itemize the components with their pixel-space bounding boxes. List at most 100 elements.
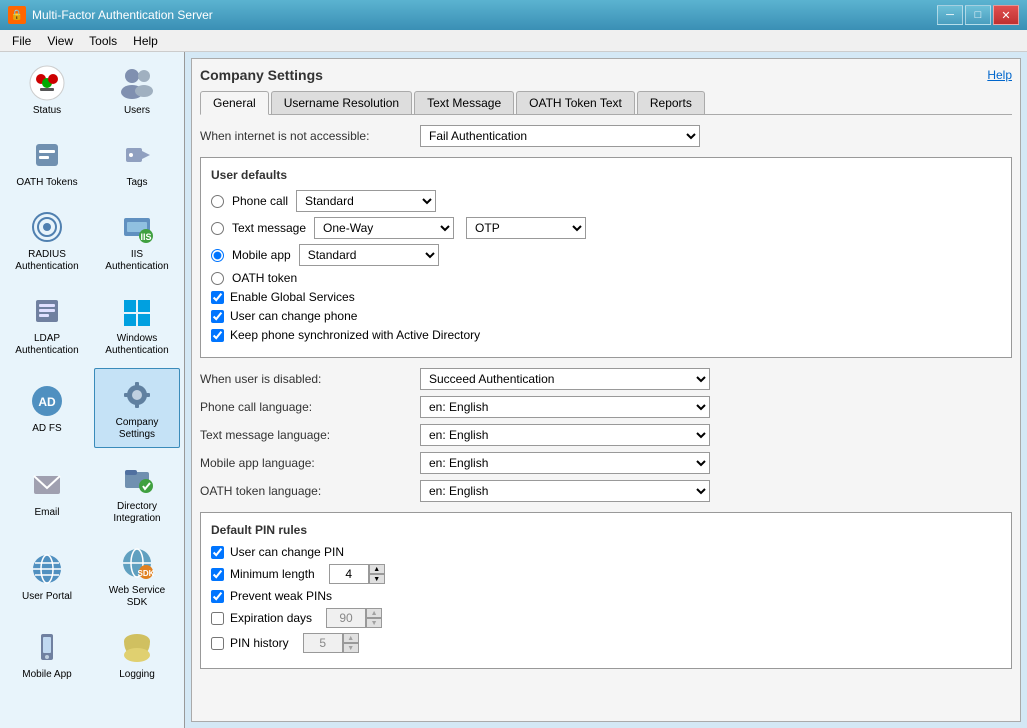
- tab-reports[interactable]: Reports: [637, 91, 705, 114]
- tab-username-resolution[interactable]: Username Resolution: [271, 91, 412, 114]
- pin-history-input: [303, 633, 343, 653]
- phone-call-select[interactable]: Standard Custom: [296, 190, 436, 212]
- phone-call-row: Phone call Standard Custom: [211, 190, 1001, 212]
- oath-token-radio[interactable]: [211, 272, 224, 285]
- text-message-type-select[interactable]: OTP PIN: [466, 217, 586, 239]
- pin-rules-title: Default PIN rules: [211, 523, 1001, 537]
- expiration-days-label: Expiration days: [230, 611, 312, 625]
- pin-history-checkbox[interactable]: [211, 637, 224, 650]
- page-title: Company Settings: [200, 67, 323, 83]
- sidebar-item-logging[interactable]: Logging: [94, 620, 180, 688]
- tags-icon: [117, 135, 157, 175]
- pin-history-up: ▲: [343, 633, 359, 643]
- prevent-weak-checkbox[interactable]: [211, 590, 224, 603]
- iis-icon: IIS: [117, 207, 157, 247]
- sidebar-label-webservice: Web Service SDK: [99, 585, 175, 609]
- mobile-app-radio[interactable]: [211, 249, 224, 262]
- sidebar-label-users: Users: [124, 105, 150, 117]
- oath-token-row: OATH token: [211, 271, 1001, 285]
- title-bar: 🔒 Multi-Factor Authentication Server ─ □…: [0, 0, 1027, 30]
- mobile-lang-select[interactable]: en: English fr: French de: German es: Sp…: [420, 452, 710, 474]
- sidebar-item-email[interactable]: Email: [4, 452, 90, 532]
- keep-phone-synced-checkbox[interactable]: [211, 329, 224, 342]
- mobile-app-label: Mobile app: [232, 248, 291, 262]
- svg-text:SDK: SDK: [138, 569, 155, 578]
- expiration-days-checkbox[interactable]: [211, 612, 224, 625]
- prevent-weak-row: Prevent weak PINs: [211, 589, 1001, 603]
- min-length-row: Minimum length ▲ ▼: [211, 564, 1001, 584]
- sidebar-item-ldap[interactable]: LDAP Authentication: [4, 284, 90, 364]
- sidebar-item-mobile[interactable]: Mobile App: [4, 620, 90, 688]
- min-length-up[interactable]: ▲: [369, 564, 385, 574]
- directory-icon: [117, 459, 157, 499]
- min-length-down[interactable]: ▼: [369, 574, 385, 584]
- text-message-row: Text message One-Way Two-Way OTP PIN: [211, 217, 1001, 239]
- oath-tokens-icon: [27, 135, 67, 175]
- oath-lang-select[interactable]: en: English fr: French de: German es: Sp…: [420, 480, 710, 502]
- expiration-days-row: Expiration days ▲ ▼: [211, 608, 1001, 628]
- phone-lang-label: Phone call language:: [200, 400, 420, 414]
- maximize-button[interactable]: □: [965, 5, 991, 25]
- mobile-lang-label: Mobile app language:: [200, 456, 420, 470]
- sidebar-item-oath-tokens[interactable]: OATH Tokens: [4, 128, 90, 196]
- sidebar-label-status: Status: [33, 105, 61, 117]
- tab-text-message[interactable]: Text Message: [414, 91, 514, 114]
- app-icon: 🔒: [8, 6, 26, 24]
- sidebar-label-logging: Logging: [119, 669, 155, 681]
- sidebar-item-tags[interactable]: Tags: [94, 128, 180, 196]
- sidebar-label-adfs: AD FS: [32, 423, 61, 435]
- user-change-pin-checkbox[interactable]: [211, 546, 224, 559]
- phone-call-radio[interactable]: [211, 195, 224, 208]
- sidebar-label-iis: IIS Authentication: [99, 249, 175, 273]
- minimize-button[interactable]: ─: [937, 5, 963, 25]
- enable-global-checkbox[interactable]: [211, 291, 224, 304]
- menu-file[interactable]: File: [4, 32, 39, 50]
- window-title: Multi-Factor Authentication Server: [32, 8, 213, 22]
- expiration-days-input: [326, 608, 366, 628]
- expiration-days-down: ▼: [366, 618, 382, 628]
- enable-global-row: Enable Global Services: [211, 290, 1001, 304]
- text-msg-lang-select[interactable]: en: English fr: French de: German es: Sp…: [420, 424, 710, 446]
- oath-lang-label: OATH token language:: [200, 484, 420, 498]
- sidebar-item-status[interactable]: Status: [4, 56, 90, 124]
- menu-view[interactable]: View: [39, 32, 81, 50]
- sidebar-label-company: Company Settings: [99, 417, 175, 441]
- sidebar-item-windows[interactable]: Windows Authentication: [94, 284, 180, 364]
- windows-icon: [117, 291, 157, 331]
- sidebar-item-company-settings[interactable]: Company Settings: [94, 368, 180, 448]
- sidebar-label-portal: User Portal: [22, 591, 72, 603]
- logging-icon: [117, 627, 157, 667]
- user-disabled-label: When user is disabled:: [200, 372, 420, 386]
- internet-select[interactable]: Fail Authentication Succeed Authenticati…: [420, 125, 700, 147]
- tab-oath-token-text[interactable]: OATH Token Text: [516, 91, 635, 114]
- help-link[interactable]: Help: [987, 68, 1012, 82]
- user-can-change-phone-checkbox[interactable]: [211, 310, 224, 323]
- close-button[interactable]: ✕: [993, 5, 1019, 25]
- menu-tools[interactable]: Tools: [81, 32, 125, 50]
- webservice-icon: SDK: [117, 543, 157, 583]
- internet-label: When internet is not accessible:: [200, 129, 420, 143]
- min-length-input[interactable]: [329, 564, 369, 584]
- menu-help[interactable]: Help: [125, 32, 166, 50]
- user-disabled-select[interactable]: Succeed Authentication Fail Authenticati…: [420, 368, 710, 390]
- sidebar-item-users[interactable]: Users: [94, 56, 180, 124]
- tab-general[interactable]: General: [200, 91, 269, 115]
- sidebar-item-iis[interactable]: IIS IIS Authentication: [94, 200, 180, 280]
- phone-lang-select[interactable]: en: English fr: French de: German es: Sp…: [420, 396, 710, 418]
- min-length-checkbox[interactable]: [211, 568, 224, 581]
- mobile-lang-row: Mobile app language: en: English fr: Fre…: [200, 452, 1012, 474]
- internet-row: When internet is not accessible: Fail Au…: [200, 125, 1012, 147]
- user-disabled-row: When user is disabled: Succeed Authentic…: [200, 368, 1012, 390]
- sidebar-item-portal[interactable]: User Portal: [4, 536, 90, 616]
- sidebar-item-adfs[interactable]: AD AD FS: [4, 368, 90, 448]
- sidebar-item-directory[interactable]: Directory Integration: [94, 452, 180, 532]
- text-msg-lang-label: Text message language:: [200, 428, 420, 442]
- keep-phone-synced-label: Keep phone synchronized with Active Dire…: [230, 328, 480, 342]
- text-message-mode-select[interactable]: One-Way Two-Way: [314, 217, 454, 239]
- mobile-app-select[interactable]: Standard Custom: [299, 244, 439, 266]
- text-message-radio[interactable]: [211, 222, 224, 235]
- expiration-days-spinbox: ▲ ▼: [326, 608, 382, 628]
- sidebar-item-webservice[interactable]: SDK Web Service SDK: [94, 536, 180, 616]
- sidebar-label-oath: OATH Tokens: [16, 177, 77, 189]
- sidebar-item-radius[interactable]: RADIUS Authentication: [4, 200, 90, 280]
